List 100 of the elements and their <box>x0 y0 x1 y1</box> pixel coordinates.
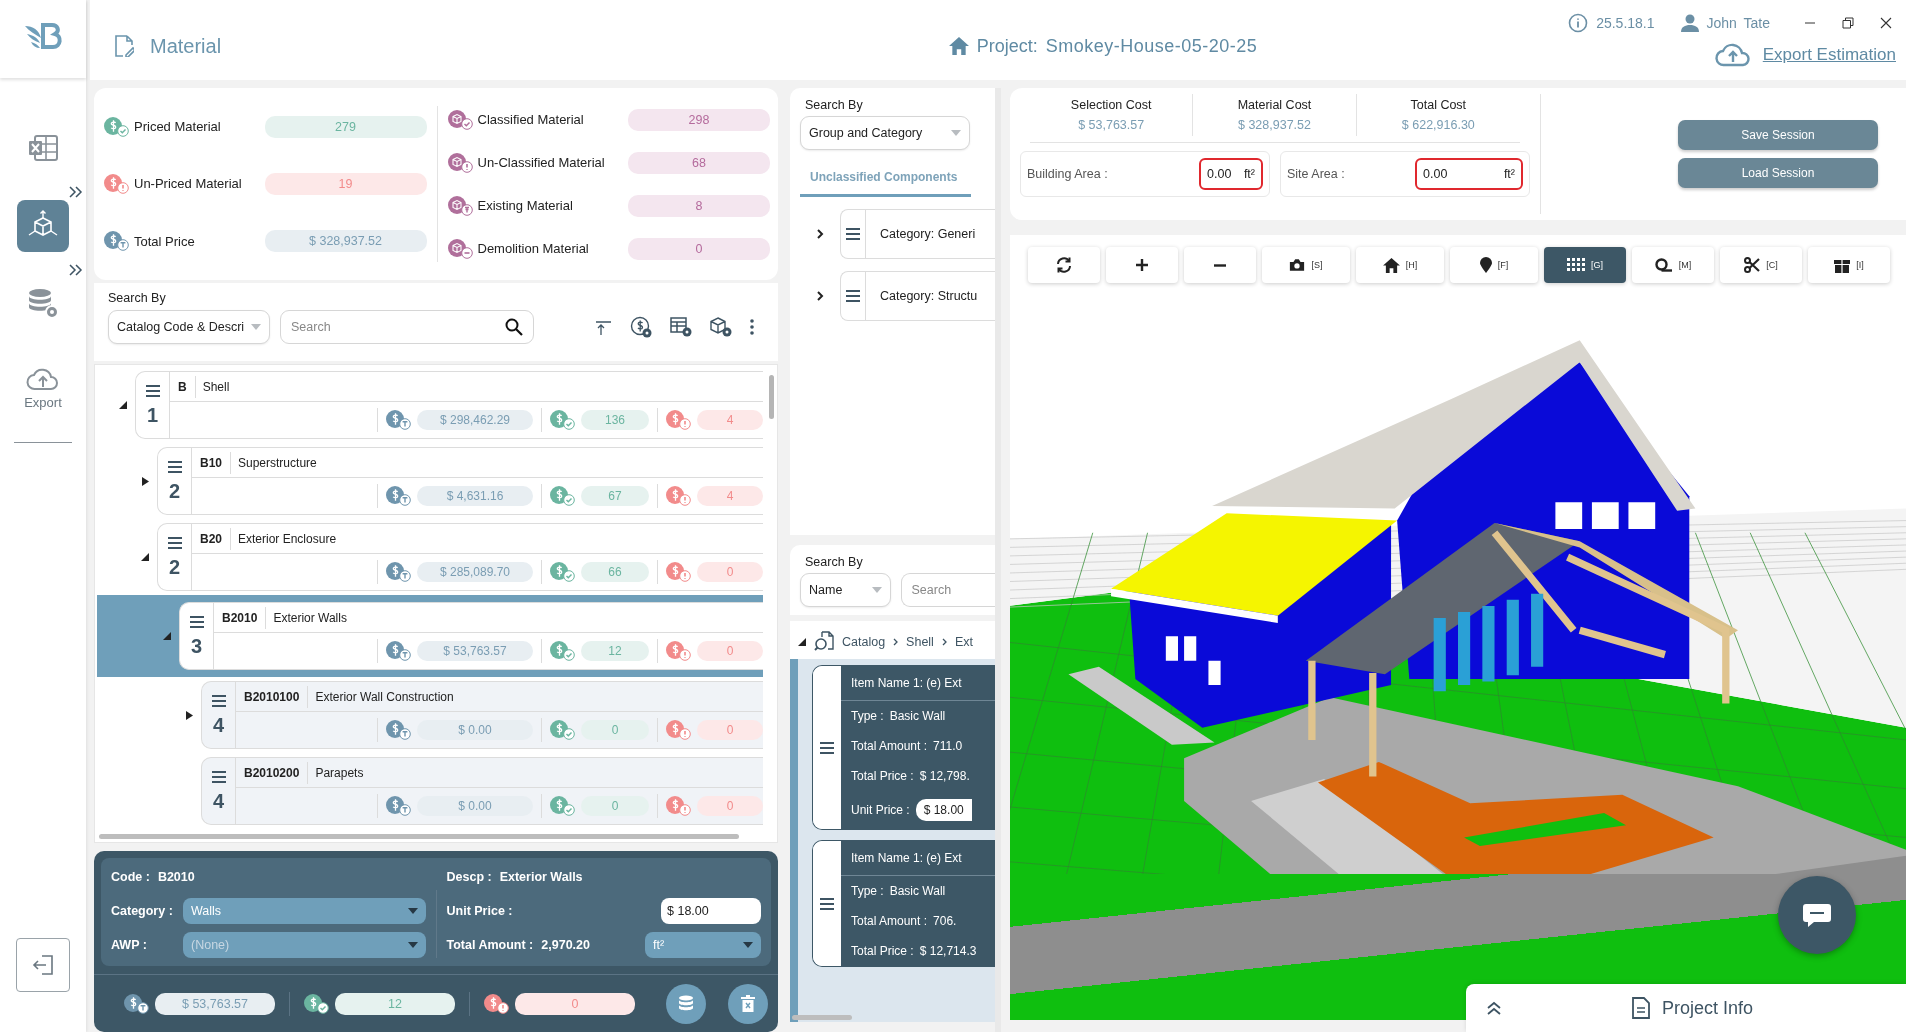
search-icon[interactable] <box>505 318 523 336</box>
total-price-value: $ 4,631.16 <box>417 486 533 506</box>
item-card[interactable]: Item Name 1: (e) Ext Type : Basic Wall Total Amount : 706. Total Price : $ 12,714.3 <box>812 840 995 967</box>
drag-handle-icon[interactable] <box>845 289 861 303</box>
dollar-check-icon <box>304 992 329 1015</box>
chevron-right-icon[interactable] <box>816 291 824 301</box>
cloud-upload-icon[interactable] <box>1714 43 1751 67</box>
user-icon <box>1680 14 1699 32</box>
drag-handle-icon[interactable] <box>819 896 835 911</box>
search-field[interactable]: Search <box>280 310 534 344</box>
box-minus-icon <box>447 237 473 260</box>
session-button[interactable]: Load Session <box>1678 158 1878 188</box>
scrollbar[interactable] <box>792 1015 852 1020</box>
dropdown-caret-icon <box>407 942 418 948</box>
unit-price-label: Unit Price : <box>446 904 513 918</box>
drag-handle-icon[interactable] <box>845 227 861 241</box>
drag-handle-icon[interactable] <box>210 693 227 708</box>
stat-label: Demolition Material <box>477 241 590 256</box>
sidebar-item[interactable] <box>17 200 69 252</box>
close-icon[interactable] <box>1880 17 1892 29</box>
category-card[interactable]: Category: Structu <box>840 271 995 321</box>
category-card[interactable]: Category: Generi <box>840 209 995 259</box>
chevron-right-icon[interactable] <box>816 229 824 239</box>
restore-icon[interactable] <box>1842 17 1854 29</box>
field-value: 711.0 <box>933 739 963 753</box>
more-options-icon[interactable] <box>750 319 754 335</box>
toolbar-button[interactable]: [C] <box>1720 247 1802 283</box>
priced-count: 0 <box>581 720 649 740</box>
box-alert-icon <box>447 151 473 174</box>
search-by-dropdown[interactable]: Catalog Code & Descri <box>108 310 270 344</box>
search-field[interactable]: Search <box>900 573 995 607</box>
breadcrumb-link[interactable]: Catalog <box>842 635 886 649</box>
tree-row[interactable]: 4 B2010100 Exterior Wall Construction $ 0.00 0 0 <box>97 677 763 753</box>
dollar-total-icon <box>386 561 411 583</box>
unpriced-count: 0 <box>697 720 763 740</box>
collapse-arrow-icon[interactable] <box>798 638 806 646</box>
project-label: Project: <box>976 35 1038 57</box>
tree-row[interactable]: 4 B2010200 Parapets $ 0.00 0 0 <box>97 753 763 829</box>
sidebar-item[interactable]: Export <box>17 356 69 420</box>
package-view-icon[interactable] <box>710 317 732 337</box>
toolbar-button[interactable]: [G] <box>1544 247 1626 283</box>
drag-handle-icon[interactable] <box>166 535 183 550</box>
tree-row[interactable]: 1 B Shell $ 298,462.29 136 4 <box>97 367 763 443</box>
stat-label: Classified Material <box>477 112 585 127</box>
double-chevron-icon[interactable] <box>69 186 83 198</box>
drag-handle-icon[interactable] <box>144 383 161 398</box>
dollar-alert-icon <box>104 173 129 195</box>
area-field[interactable]: 0.00 ft² <box>1199 158 1263 190</box>
tree-row[interactable]: 2 B10 Superstructure $ 4,631.16 67 4 <box>97 443 763 519</box>
logout-button[interactable] <box>16 938 70 992</box>
toolbar-button[interactable]: [I] <box>1808 247 1890 283</box>
dollar-check-icon <box>550 795 575 817</box>
scrollbar[interactable] <box>769 375 774 419</box>
name-dropdown[interactable]: Name <box>800 573 891 607</box>
info-icon[interactable] <box>1568 13 1589 33</box>
tape-measure-icon <box>1654 258 1673 272</box>
drag-handle-icon[interactable] <box>819 740 835 755</box>
breadcrumb-link[interactable]: Shell <box>906 635 934 649</box>
expand-arrow-icon[interactable] <box>186 710 193 720</box>
collapse-arrow-icon[interactable] <box>141 553 149 561</box>
collapse-arrow-icon[interactable] <box>119 401 127 409</box>
table-view-icon[interactable] <box>670 317 692 337</box>
total-price-value: $ 285,089.70 <box>417 562 533 582</box>
total-price-value: $ 0.00 <box>417 720 533 740</box>
drag-handle-icon[interactable] <box>210 769 227 784</box>
project-info-panel[interactable]: Project Info <box>1466 984 1906 1032</box>
zoom-in-icon <box>1133 256 1151 274</box>
delete-button[interactable] <box>728 983 768 1024</box>
group-dropdown[interactable]: Group and Category <box>800 116 970 150</box>
toolbar-button[interactable]: [H] <box>1356 247 1444 283</box>
export-estimation-link[interactable]: Export Estimation <box>1762 45 1896 65</box>
session-button[interactable]: Save Session <box>1678 120 1878 150</box>
dollar-total-icon <box>124 992 149 1015</box>
field-value: 706. <box>933 914 957 928</box>
scrollbar[interactable] <box>99 834 739 839</box>
unpriced-count: 4 <box>697 410 763 430</box>
toolbar-button[interactable]: [S] <box>1262 247 1350 283</box>
unit-price-field[interactable]: $ 18.00 <box>915 799 972 821</box>
database-button[interactable] <box>666 983 706 1024</box>
category-label: Category : <box>111 904 174 918</box>
priced-count: 12 <box>581 641 649 661</box>
stat-label: Priced Material <box>134 119 222 135</box>
toolbar-button[interactable]: [F] <box>1450 247 1538 283</box>
breadcrumb-link[interactable]: Ext <box>954 635 973 649</box>
toolbar-button[interactable] <box>1028 247 1100 283</box>
price-view-icon[interactable] <box>630 316 652 338</box>
item-card[interactable]: Item Name 1: (e) Ext Type : Basic Wall Total Amount : 711.0 Total Price : $ 12,798. Unit Price : $ 18.00 <box>812 665 995 830</box>
tree-row[interactable]: 2 B20 Exterior Enclosure $ 285,089.70 66 0 <box>97 519 763 595</box>
drag-handle-icon[interactable] <box>166 459 183 474</box>
expand-arrow-icon[interactable] <box>142 476 149 486</box>
toolbar-button[interactable]: [M] <box>1632 247 1714 283</box>
unit-price-field[interactable]: $ 18.00 <box>661 898 761 924</box>
double-chevron-icon[interactable] <box>69 264 83 276</box>
drag-handle-icon[interactable] <box>188 614 205 629</box>
tree-row[interactable]: 3 B2010 Exterior Walls $ 53,763.57 12 0 <box>97 595 763 677</box>
chat-button[interactable] <box>1778 876 1856 954</box>
field-label: Type : <box>851 709 884 723</box>
area-field[interactable]: 0.00 ft² <box>1415 158 1523 190</box>
stat-label: Un-Classified Material <box>477 155 606 170</box>
collapse-arrow-icon[interactable] <box>163 632 171 640</box>
